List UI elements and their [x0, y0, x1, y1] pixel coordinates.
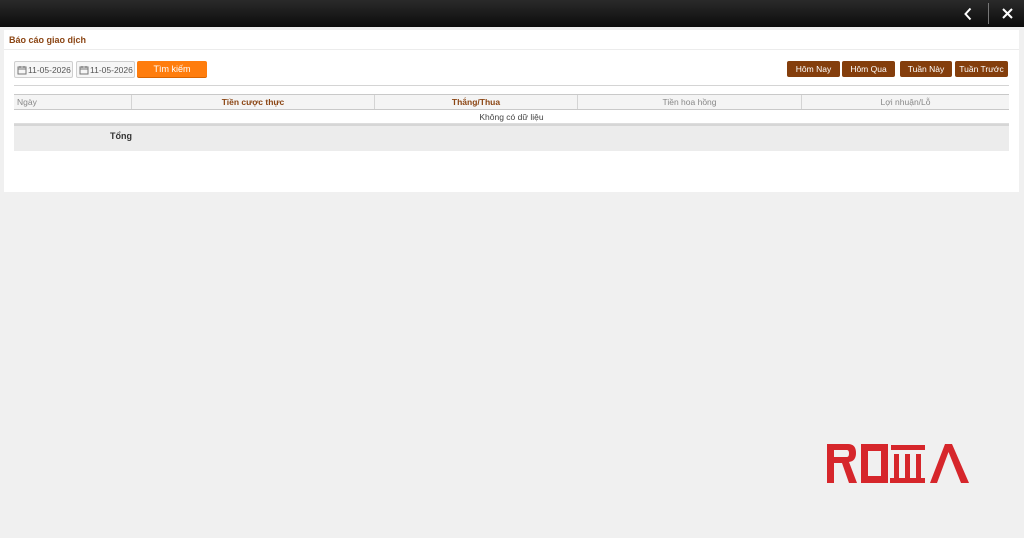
close-icon — [1001, 8, 1013, 19]
calendar-icon — [79, 65, 89, 74]
calendar-icon — [17, 65, 27, 74]
empty-state-row: Không có dữ liệu — [14, 110, 1009, 124]
column-header-profit-loss[interactable]: Lợi nhuận/Lỗ — [802, 95, 1009, 109]
table-header: Ngày Tiền cược thực Thắng/Thua Tiền hoa … — [14, 94, 1009, 110]
roma-logo — [827, 444, 969, 483]
chevron-left-icon — [964, 7, 972, 20]
date-to-field[interactable]: 11-05-2026 — [76, 61, 135, 78]
column-header-win-loss[interactable]: Thắng/Thua — [375, 95, 578, 109]
yesterday-button[interactable]: Hôm Qua — [842, 61, 895, 77]
toolbar-divider — [14, 85, 1009, 86]
close-button[interactable] — [994, 0, 1020, 27]
last-week-button[interactable]: Tuần Trước — [955, 61, 1008, 77]
total-label: Tổng — [110, 131, 132, 141]
date-from-value: 11-05-2026 — [28, 64, 71, 75]
topbar-divider — [988, 3, 989, 24]
back-button[interactable] — [956, 0, 980, 27]
title-divider — [4, 49, 1019, 50]
search-button[interactable]: Tìm kiếm — [137, 61, 207, 77]
this-week-button[interactable]: Tuần Này — [900, 61, 952, 77]
top-bar — [0, 0, 1024, 27]
date-to-value: 11-05-2026 — [90, 64, 133, 75]
date-from-field[interactable]: 11-05-2026 — [14, 61, 73, 78]
today-button[interactable]: Hôm Nay — [787, 61, 840, 77]
column-header-date[interactable]: Ngày — [14, 95, 132, 109]
total-row: Tổng — [14, 124, 1009, 151]
report-panel: Báo cáo giao dịch 11-05-2026 11-05-2026 … — [4, 30, 1019, 192]
column-header-real-bet[interactable]: Tiền cược thực — [132, 95, 375, 109]
report-table: Ngày Tiền cược thực Thắng/Thua Tiền hoa … — [14, 94, 1009, 151]
page-title: Báo cáo giao dịch — [9, 35, 87, 45]
column-header-commission[interactable]: Tiền hoa hồng — [578, 95, 802, 109]
